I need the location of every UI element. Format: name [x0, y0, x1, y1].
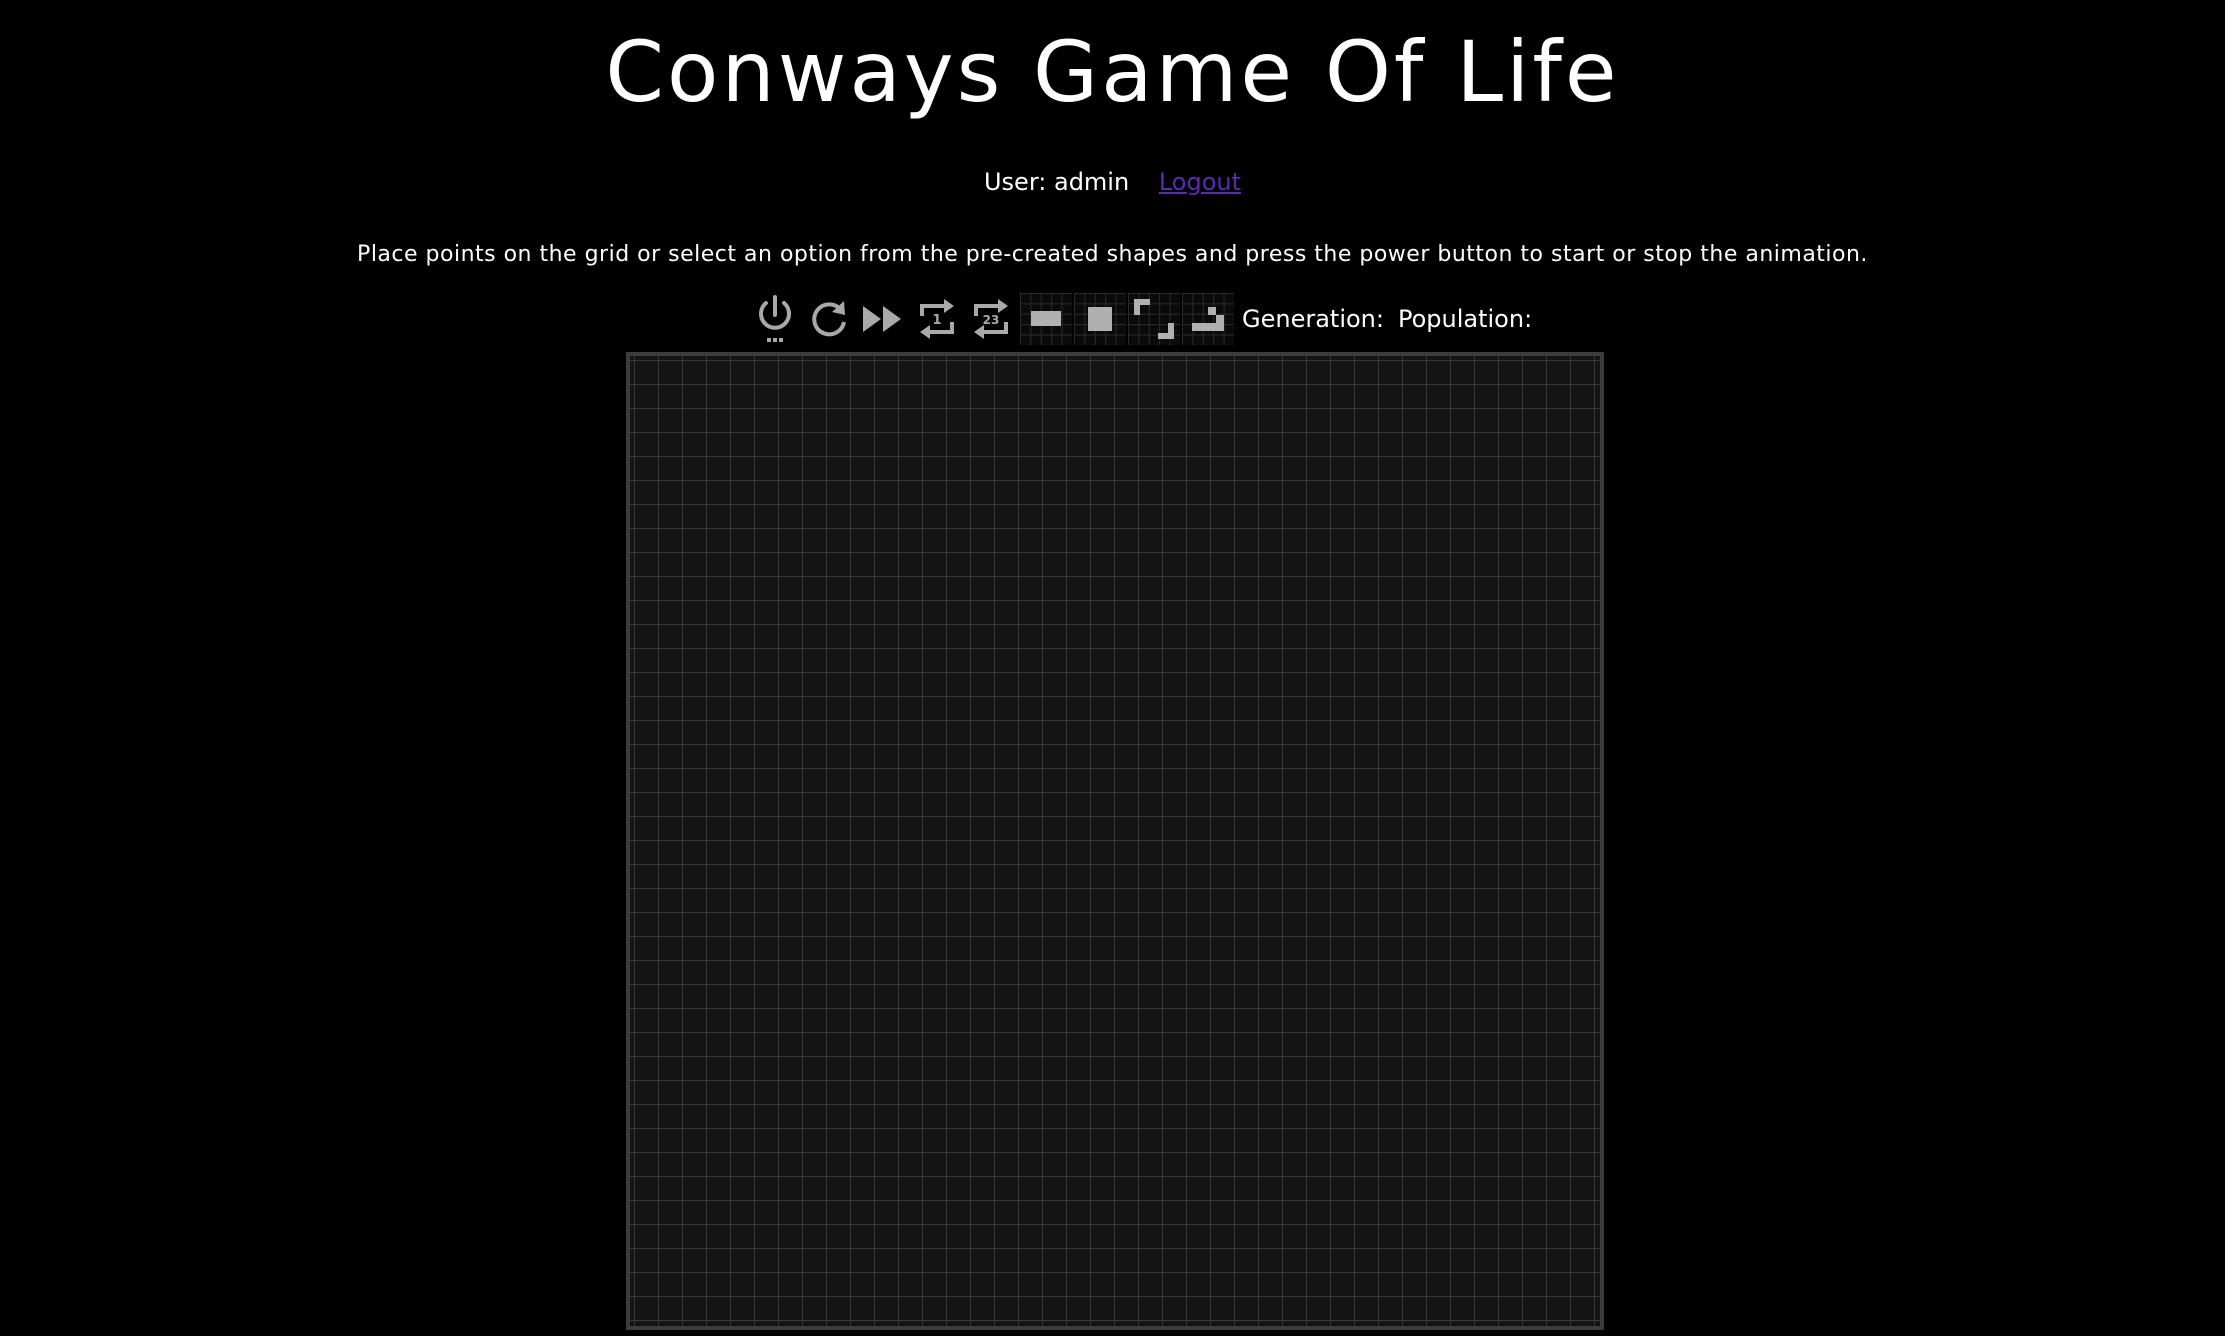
- page: Conways Game Of Life User: admin Logout …: [0, 0, 2225, 1336]
- shape-block[interactable]: [1074, 293, 1126, 345]
- beacon-shape-icon: [1134, 299, 1174, 339]
- repeat-23-icon: 23: [974, 299, 1008, 339]
- blinker-shape-icon: [1031, 311, 1061, 326]
- page-title: Conways Game Of Life: [605, 23, 1620, 121]
- fast-forward-icon: [863, 306, 901, 332]
- glider-shape-icon: [1192, 307, 1224, 331]
- instructions-text: Place points on the grid or select an op…: [357, 242, 1868, 267]
- repeat-one-badge: 1: [932, 313, 941, 328]
- toolbar: 1 23 Generation: Population:: [750, 290, 1546, 348]
- repeat-one-icon: 1: [920, 299, 954, 339]
- game-board[interactable]: [626, 352, 1604, 1330]
- block-shape-icon: [1088, 307, 1112, 331]
- user-label: User: admin: [983, 168, 1130, 196]
- repeat-one-button[interactable]: 1: [912, 292, 962, 346]
- shape-beacon[interactable]: [1128, 293, 1180, 345]
- repeat-23-badge: 23: [983, 313, 1000, 327]
- repeat-23-button[interactable]: 23: [966, 292, 1016, 346]
- logout-link[interactable]: Logout: [1159, 168, 1241, 196]
- stats-panel: Generation: Population:: [1242, 299, 1546, 339]
- reset-button[interactable]: [804, 292, 854, 346]
- population-label: Population:: [1397, 305, 1533, 333]
- power-icon: [759, 295, 791, 342]
- user-bar: User: admin Logout: [0, 162, 2225, 202]
- shape-glider[interactable]: [1182, 293, 1234, 345]
- refresh-icon: [812, 301, 846, 337]
- shape-blinker[interactable]: [1020, 293, 1072, 345]
- fast-forward-button[interactable]: [858, 292, 908, 346]
- generation-label: Generation:: [1242, 305, 1384, 333]
- power-button[interactable]: [750, 292, 800, 346]
